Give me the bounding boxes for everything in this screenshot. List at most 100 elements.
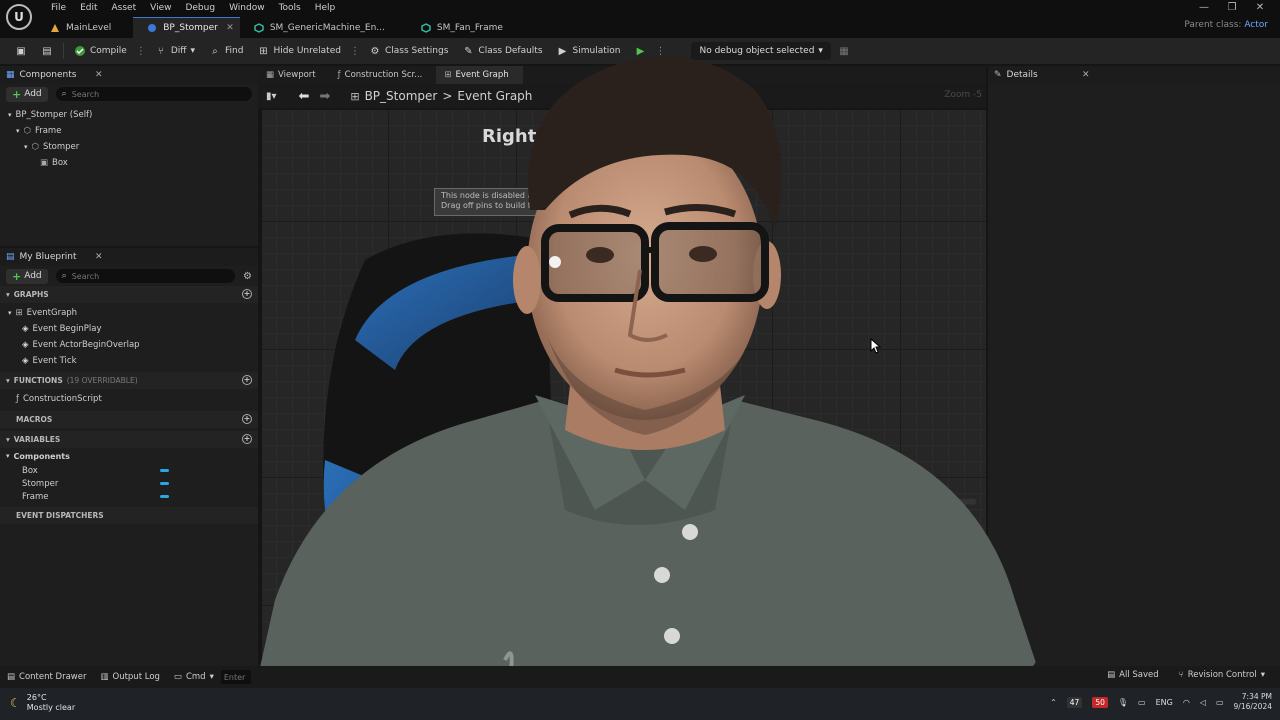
browse-button[interactable]: ▤ xyxy=(34,40,60,62)
components-search: ⌕ xyxy=(55,87,252,101)
title-bar: U File Edit Asset View Debug Window Tool… xyxy=(0,0,1280,38)
doc-tab-sm-fan-frame[interactable]: SM_Fan_Frame xyxy=(407,17,525,38)
menu-debug[interactable]: Debug xyxy=(178,1,222,15)
add-component-button[interactable]: + Add xyxy=(6,86,48,102)
variable-item-label: Frame xyxy=(22,491,49,502)
variables-header: VARIABLES xyxy=(13,435,61,444)
chevron-down-icon: ▾ xyxy=(209,672,214,682)
tray-badge-2[interactable]: 50 xyxy=(1092,696,1108,708)
output-log-button[interactable]: ▥ Output Log xyxy=(93,672,166,682)
diff-button[interactable]: ⑂ Diff ▾ xyxy=(148,40,202,62)
variable-type-pill xyxy=(160,469,169,472)
revision-control-icon: ⑂ xyxy=(1178,670,1184,680)
revision-control-label: Revision Control xyxy=(1187,670,1257,680)
terminal-icon: ▭ xyxy=(173,672,182,682)
compile-button[interactable]: Compile xyxy=(67,40,134,62)
my-blueprint-search: ⌕ xyxy=(55,269,236,283)
revision-control-button[interactable]: ⑂ Revision Control ▾ xyxy=(1172,670,1272,680)
close-window-button[interactable]: ✕ xyxy=(1246,1,1274,15)
expand-arrow-icon: ▾ xyxy=(6,376,10,385)
parent-class-link[interactable]: Actor xyxy=(1244,20,1268,30)
details-panel-header: ✎ Details ✕ xyxy=(988,66,1280,84)
cmd-label: Cmd xyxy=(185,672,206,682)
webcam-overlay xyxy=(215,40,1045,690)
menu-help[interactable]: Help xyxy=(308,1,343,15)
add-member-button[interactable]: + Add xyxy=(6,268,48,284)
plus-icon: + xyxy=(12,269,22,283)
event-icon: ◈ xyxy=(22,340,29,350)
event-icon: ◈ xyxy=(22,324,29,334)
chevron-down-icon: ▾ xyxy=(1260,670,1265,680)
event-item-label: Event BeginPlay xyxy=(32,324,102,334)
menu-tools[interactable]: Tools xyxy=(272,1,308,15)
components-toolbar: + Add ⌕ xyxy=(0,85,258,103)
doc-tab-label: SM_GenericMachine_En... xyxy=(269,22,385,33)
console-command-input[interactable] xyxy=(220,670,251,684)
chevron-up-icon[interactable]: ⌃ xyxy=(1050,698,1057,707)
graph-icon: ⊞ xyxy=(15,308,23,318)
clock[interactable]: 7:34 PM 9/16/2024 xyxy=(1234,692,1272,712)
close-icon[interactable]: ✕ xyxy=(95,70,103,80)
cmd-select[interactable]: ▭ Cmd ▾ xyxy=(167,672,221,682)
language-indicator[interactable]: ENG xyxy=(1156,698,1173,707)
maximize-button[interactable]: ❐ xyxy=(1218,1,1246,15)
status-bar-right: ▤ All Saved ⑂ Revision Control ▾ xyxy=(1100,670,1272,680)
clipboard-icon[interactable]: ▭ xyxy=(1138,698,1146,707)
graph-item-label: EventGraph xyxy=(26,308,78,318)
tree-item-self[interactable]: ▾ BP_Stomper (Self) xyxy=(0,107,258,123)
close-icon[interactable]: ✕ xyxy=(95,252,103,262)
graphs-header: GRAPHS xyxy=(13,290,49,299)
menu-window[interactable]: Window xyxy=(222,1,272,15)
my-blueprint-search-input[interactable] xyxy=(71,271,222,281)
weather-widget[interactable]: ☾ 26°C Mostly clear xyxy=(10,693,75,713)
expand-arrow-icon: ▾ xyxy=(6,452,10,460)
microphone-icon[interactable]: 🎙 xyxy=(1118,698,1128,707)
tray-badge-1[interactable]: 47 xyxy=(1066,696,1083,708)
status-bar: ▤ Content Drawer ▥ Output Log ▭ Cmd ▾ ▤ … xyxy=(0,666,1280,688)
tree-item-label: Frame xyxy=(34,126,62,136)
find-button[interactable]: ⌕ Find xyxy=(202,40,250,62)
hide-unrelated-icon: ⊞ xyxy=(259,45,268,57)
compile-options-icon[interactable]: ⋮ xyxy=(134,46,148,57)
volume-icon[interactable]: ◁ xyxy=(1200,698,1206,707)
doc-tab-sm-genericmachine[interactable]: SM_GenericMachine_En... xyxy=(240,17,407,38)
doc-tab-bp-stomper[interactable]: BP_Stomper ✕ xyxy=(133,17,240,38)
add-label: Add xyxy=(24,271,42,281)
find-label: Find xyxy=(224,46,244,56)
minimize-button[interactable]: — xyxy=(1190,1,1218,15)
window-controls: — ❐ ✕ xyxy=(1190,1,1274,15)
close-icon[interactable]: ✕ xyxy=(1082,70,1090,80)
menu-edit[interactable]: Edit xyxy=(73,1,104,15)
expand-arrow-icon: ▾ xyxy=(16,127,20,135)
clock-date: 9/16/2024 xyxy=(1233,702,1272,711)
content-drawer-button[interactable]: ▤ Content Drawer xyxy=(0,672,93,682)
components-panel-header: ▦ Components ✕ xyxy=(0,66,258,84)
components-search-input[interactable] xyxy=(71,89,222,99)
save-button[interactable]: ▣ xyxy=(8,40,34,62)
weather-condition: Mostly clear xyxy=(26,703,76,712)
event-icon: ◈ xyxy=(22,356,29,366)
menu-file[interactable]: File xyxy=(44,1,73,15)
close-icon[interactable]: ✕ xyxy=(226,23,234,33)
document-tabs: MainLevel BP_Stomper ✕ SM_GenericMachine… xyxy=(36,17,525,38)
content-drawer-label: Content Drawer xyxy=(19,672,87,682)
doc-tab-label: BP_Stomper xyxy=(163,23,218,33)
battery-icon[interactable]: ▭ xyxy=(1216,698,1224,707)
search-icon: ⌕ xyxy=(61,271,67,281)
expand-arrow-icon: ▾ xyxy=(6,290,10,299)
all-saved-button[interactable]: ▤ All Saved xyxy=(1100,670,1166,680)
function-icon: ƒ xyxy=(16,394,19,404)
all-saved-label: All Saved xyxy=(1119,670,1159,680)
menu-asset[interactable]: Asset xyxy=(105,1,144,15)
level-icon xyxy=(51,23,59,32)
compile-check-icon xyxy=(75,46,85,56)
wifi-icon[interactable]: ◠ xyxy=(1183,698,1190,707)
variable-type-pill xyxy=(160,495,169,498)
event-item-label: Event Tick xyxy=(32,356,77,366)
menu-view[interactable]: View xyxy=(143,1,178,15)
chevron-down-icon: ▾ xyxy=(190,46,195,56)
doc-tab-mainlevel[interactable]: MainLevel xyxy=(36,17,133,38)
os-taskbar: ☾ 26°C Mostly clear ⌃ 47 50 🎙 ▭ ENG ◠ ◁ … xyxy=(0,688,1280,720)
tree-item-label: BP_Stomper (Self) xyxy=(15,110,93,120)
unreal-logo[interactable]: U xyxy=(6,4,32,30)
